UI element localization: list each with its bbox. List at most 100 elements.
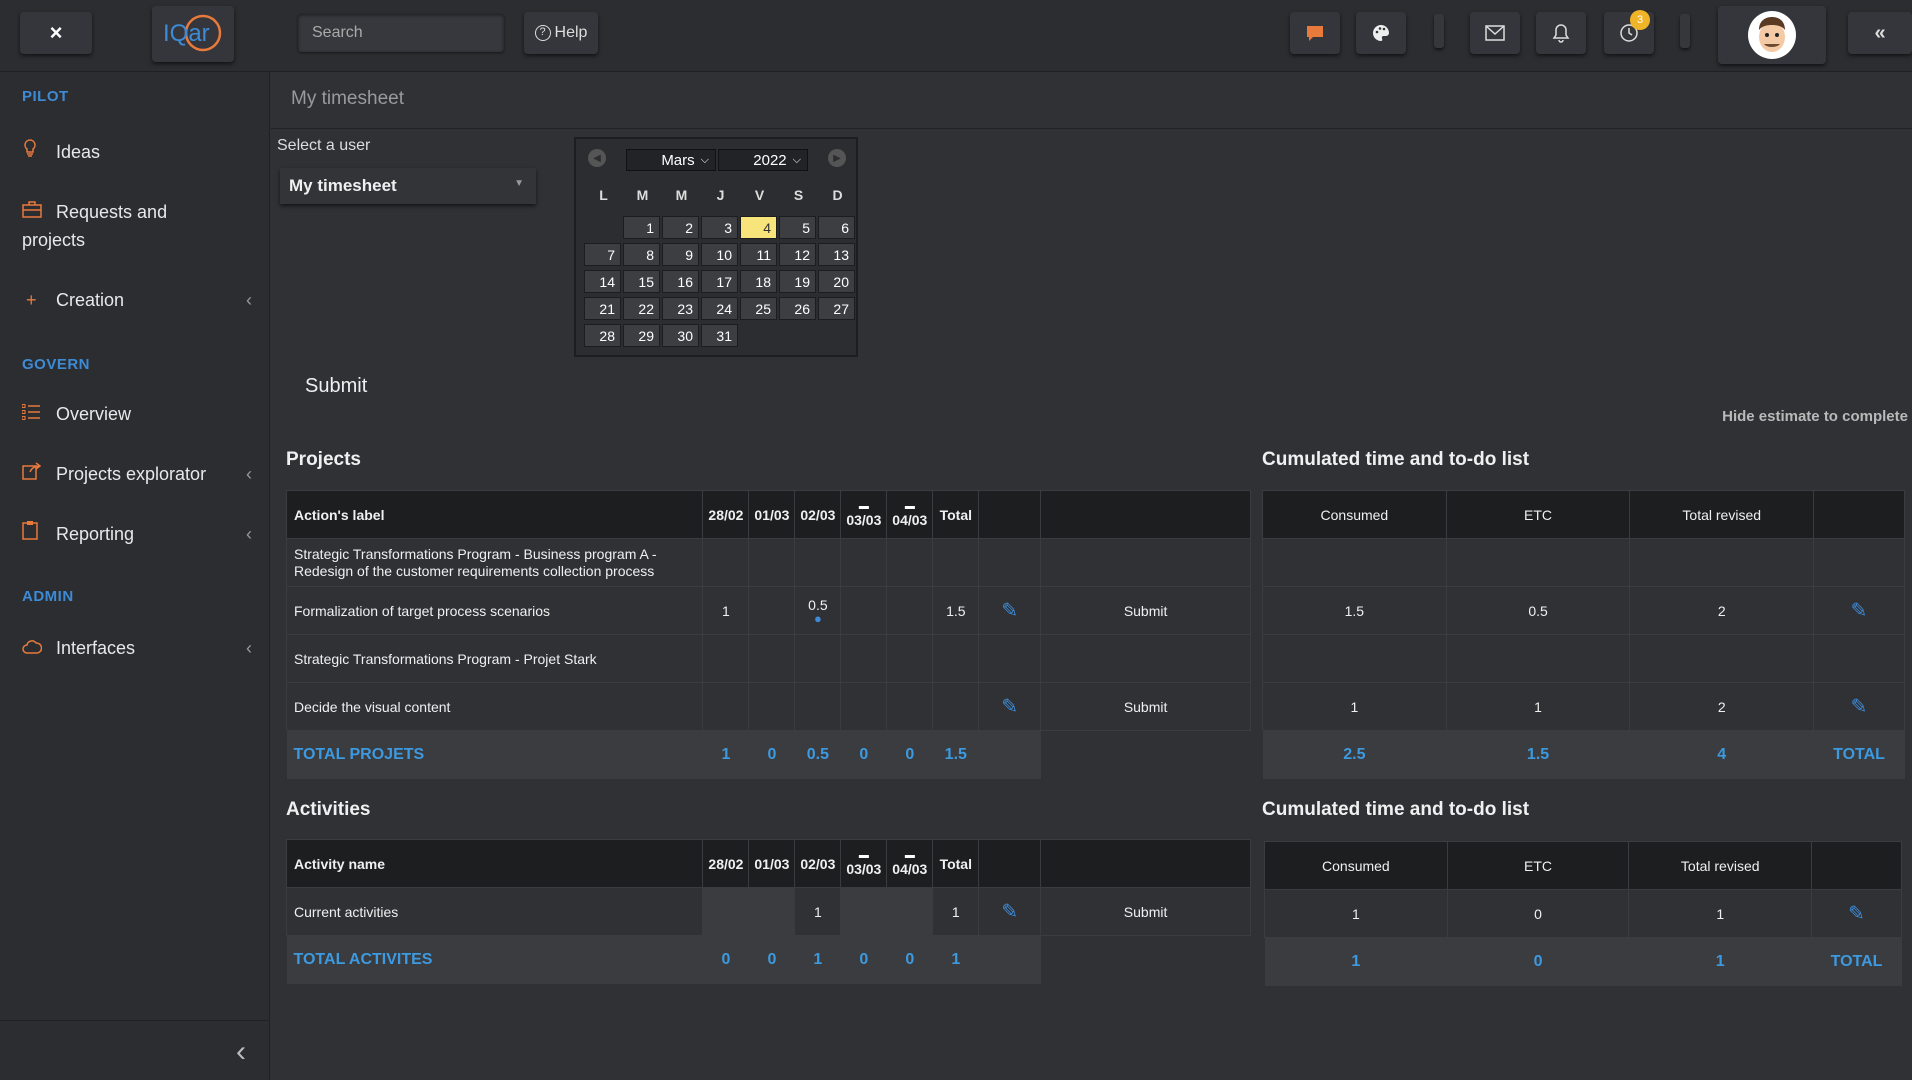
help-button[interactable]: ? Help: [524, 12, 598, 54]
time-cell[interactable]: [702, 682, 750, 731]
edit-button[interactable]: ✎: [1813, 586, 1905, 635]
total-label: TOTAL ACTIVITES: [286, 935, 703, 984]
calendar-day[interactable]: 13: [818, 243, 855, 266]
palette-icon: [1373, 25, 1389, 41]
calendar-day[interactable]: 10: [701, 243, 738, 266]
clipboard-icon: [22, 520, 56, 548]
calendar-day[interactable]: 25: [740, 297, 777, 320]
calendar-day[interactable]: 21: [584, 297, 621, 320]
time-cell[interactable]: 1: [702, 586, 750, 635]
search-input[interactable]: [298, 14, 504, 52]
time-cell[interactable]: [748, 586, 796, 635]
time-cell[interactable]: 0.5 ●: [794, 586, 842, 635]
mail-button[interactable]: [1470, 12, 1520, 54]
submit-button[interactable]: Submit: [305, 375, 367, 398]
activities-cumul-table: Consumed ETC Total revised 1 0 1 ✎ 1 0 1…: [1264, 841, 1902, 986]
row-submit-button[interactable]: Submit: [1040, 887, 1251, 936]
table-header: Consumed ETC Total revised: [1264, 841, 1902, 890]
time-cell[interactable]: [840, 682, 888, 731]
column-header: [1811, 841, 1902, 890]
calendar-day[interactable]: 11: [740, 243, 777, 266]
close-button[interactable]: ×: [20, 12, 92, 54]
next-month-button[interactable]: ▶: [828, 149, 846, 167]
mail-icon: [1485, 25, 1505, 41]
sidebar-item-projects-explorator[interactable]: Projects explorator ‹: [22, 460, 252, 488]
calendar-day[interactable]: 22: [623, 297, 660, 320]
chat-button[interactable]: [1290, 12, 1340, 54]
calendar-day[interactable]: 19: [779, 270, 816, 293]
column-header-label: 04/03: [892, 860, 928, 877]
row-submit-button[interactable]: Submit: [1040, 586, 1251, 635]
year-select[interactable]: 2022 ⌵: [718, 149, 808, 171]
edit-button[interactable]: ✎: [978, 586, 1042, 635]
calendar-day[interactable]: 30: [662, 324, 699, 347]
time-cell[interactable]: [886, 887, 934, 936]
column-header: Consumed: [1264, 841, 1448, 890]
user-select[interactable]: My timesheet ▼: [280, 168, 536, 204]
user-avatar-button[interactable]: [1718, 6, 1826, 64]
collapse-panel-button[interactable]: «: [1848, 12, 1912, 54]
sidebar-item-ideas[interactable]: Ideas: [22, 138, 252, 166]
notifications-button[interactable]: [1536, 12, 1586, 54]
sidebar-item-requests-and-projects[interactable]: Requests and projects: [22, 198, 252, 254]
collapse-sidebar-icon[interactable]: ‹: [236, 1035, 246, 1069]
total-value: 1: [1628, 937, 1812, 986]
time-cell[interactable]: [794, 682, 842, 731]
calendar-day[interactable]: 20: [818, 270, 855, 293]
calendar-day[interactable]: 1: [623, 216, 660, 239]
calendar-day-today[interactable]: 4: [740, 216, 777, 239]
comment-icon[interactable]: ●: [795, 612, 840, 625]
chevron-right-icon: ▶: [833, 152, 841, 164]
column-header: 02/03: [794, 490, 842, 539]
calendar-day[interactable]: 29: [623, 324, 660, 347]
edit-button[interactable]: ✎: [978, 887, 1042, 936]
theme-button[interactable]: [1356, 12, 1406, 54]
edit-button[interactable]: ✎: [978, 682, 1042, 731]
time-cell[interactable]: [840, 586, 888, 635]
calendar-day[interactable]: 12: [779, 243, 816, 266]
calendar-day[interactable]: 7: [584, 243, 621, 266]
column-header: Activity name: [285, 839, 704, 888]
month-select[interactable]: Mars ⌵: [626, 149, 716, 171]
sidebar-item-interfaces[interactable]: Interfaces ‹: [22, 634, 252, 662]
pencil-icon: ✎: [1001, 901, 1019, 923]
time-cell[interactable]: [748, 682, 796, 731]
calendar-day[interactable]: 9: [662, 243, 699, 266]
edit-button[interactable]: ✎: [1811, 889, 1902, 938]
row-submit-button[interactable]: Submit: [1040, 682, 1251, 731]
time-cell[interactable]: [702, 887, 750, 936]
calendar-day[interactable]: 27: [818, 297, 855, 320]
chevron-left-icon: ‹: [246, 524, 252, 544]
sidebar-item-overview[interactable]: Overview: [21, 400, 252, 428]
calendar-day[interactable]: 31: [701, 324, 738, 347]
sidebar-item-label: Requests and projects: [22, 202, 168, 250]
calendar-day[interactable]: 24: [701, 297, 738, 320]
sidebar-item-reporting[interactable]: Reporting ‹: [22, 520, 252, 548]
total-row: TOTAL ACTIVITES 0 0 1 0 0 1: [286, 935, 1251, 984]
calendar-day[interactable]: 14: [584, 270, 621, 293]
calendar-day[interactable]: 16: [662, 270, 699, 293]
calendar-day[interactable]: 26: [779, 297, 816, 320]
time-cell[interactable]: [886, 682, 934, 731]
activity-button[interactable]: 3: [1604, 10, 1654, 54]
hide-estimate-toggle[interactable]: Hide estimate to complete: [1722, 408, 1908, 425]
calendar-day[interactable]: 18: [740, 270, 777, 293]
calendar-day[interactable]: 5: [779, 216, 816, 239]
calendar-day[interactable]: 15: [623, 270, 660, 293]
calendar-day[interactable]: 3: [701, 216, 738, 239]
app-logo[interactable]: IQar: [152, 6, 234, 62]
edit-button[interactable]: ✎: [1813, 682, 1905, 731]
sidebar-item-creation[interactable]: + Creation ‹: [22, 286, 252, 314]
calendar-day[interactable]: 8: [623, 243, 660, 266]
time-cell[interactable]: 1: [794, 887, 842, 936]
time-cell[interactable]: [840, 887, 888, 936]
calendar-day[interactable]: 2: [662, 216, 699, 239]
calendar-day[interactable]: 17: [701, 270, 738, 293]
prev-month-button[interactable]: ◀: [588, 149, 606, 167]
time-cell[interactable]: [886, 586, 934, 635]
sidebar-item-label: Overview: [56, 404, 132, 424]
calendar-day[interactable]: 6: [818, 216, 855, 239]
calendar-day[interactable]: 28: [584, 324, 621, 347]
time-cell[interactable]: [748, 887, 796, 936]
calendar-day[interactable]: 23: [662, 297, 699, 320]
